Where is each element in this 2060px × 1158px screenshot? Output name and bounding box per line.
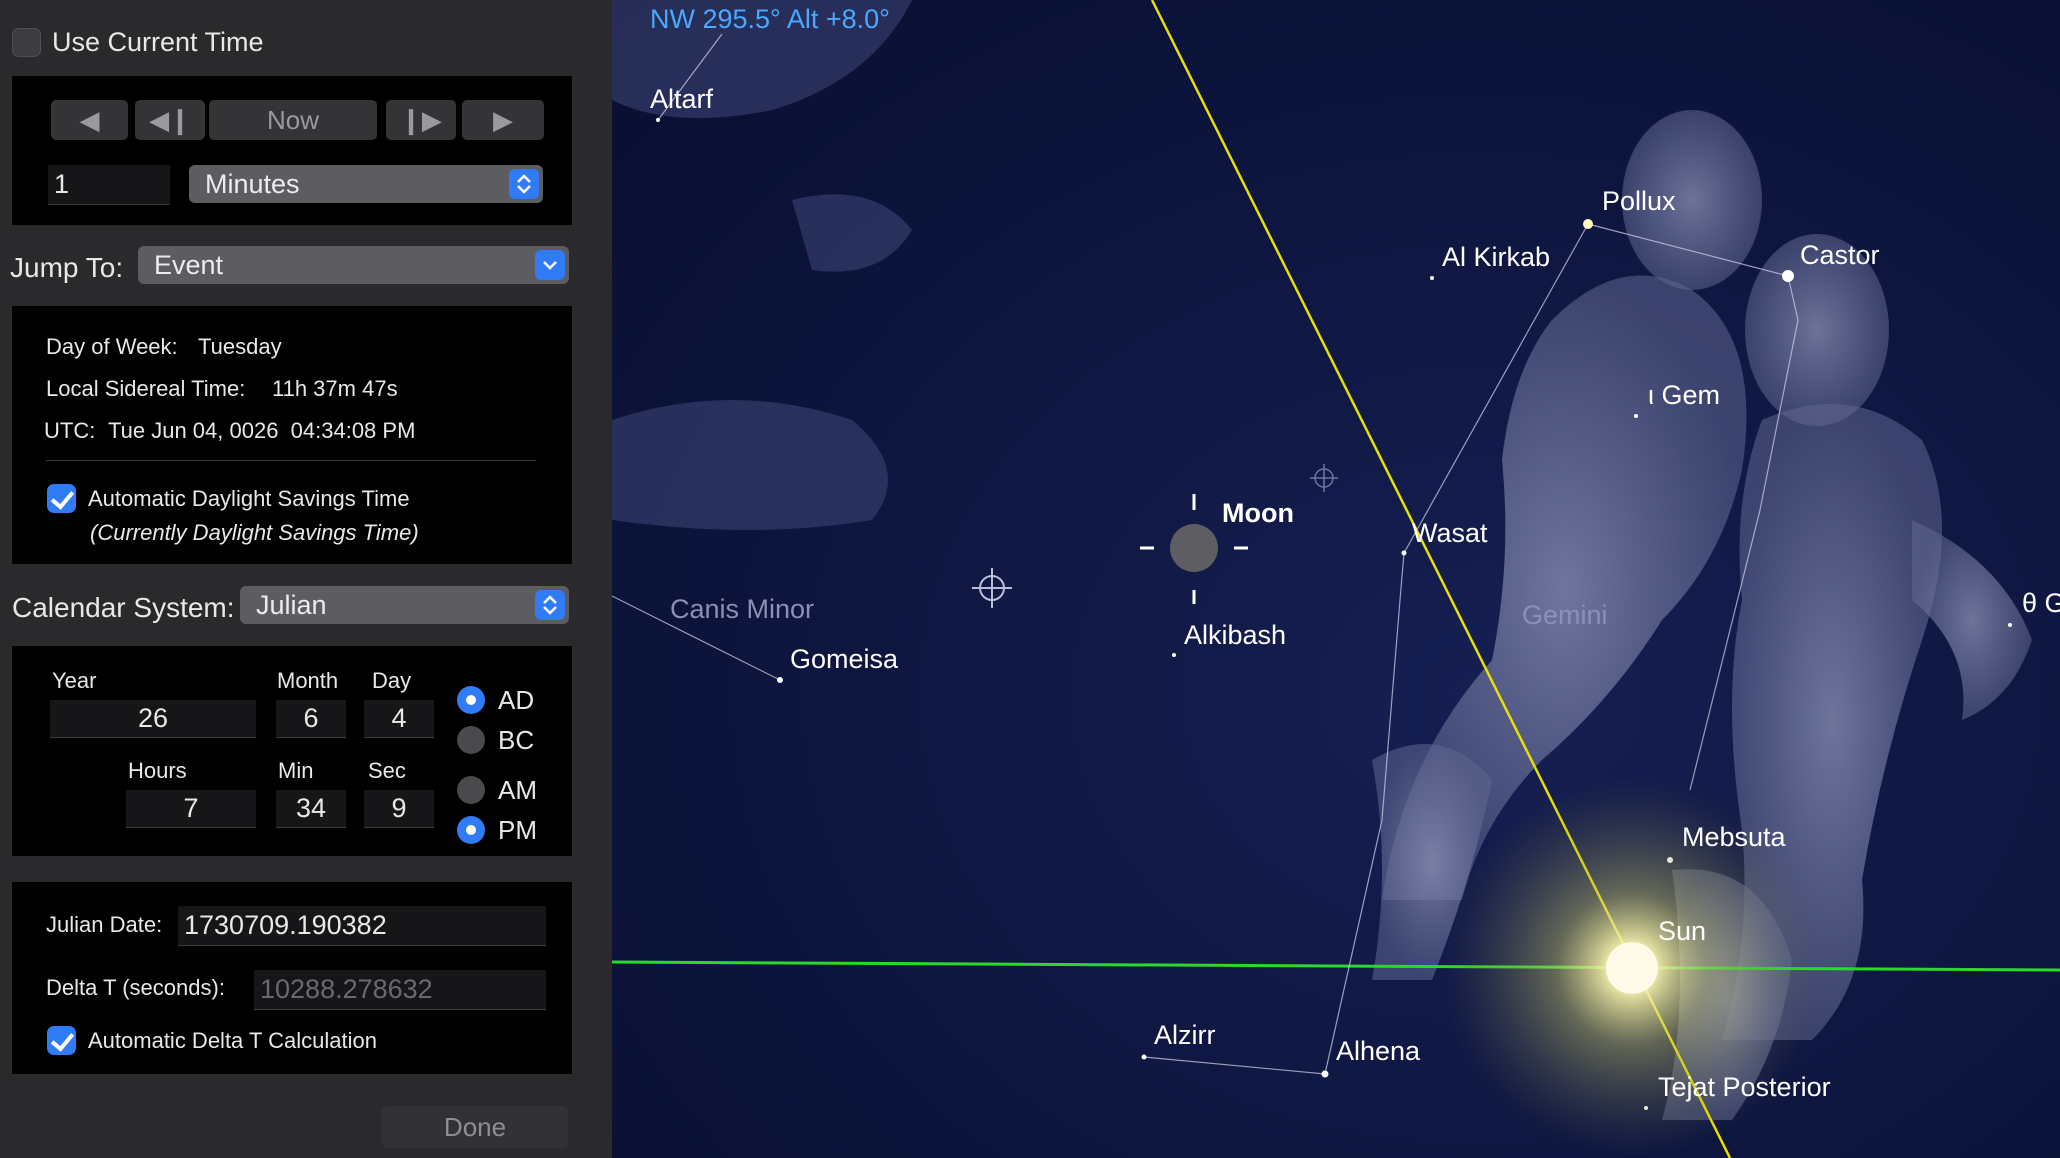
use-current-time-label: Use Current Time: [52, 27, 264, 57]
seconds-input[interactable]: 9: [364, 790, 434, 828]
star-alzirr[interactable]: [1141, 1054, 1147, 1060]
direction-readout: NW 295.5° Alt +8.0°: [650, 4, 890, 34]
day-label: Day: [372, 668, 412, 693]
done-button[interactable]: Done: [382, 1106, 568, 1148]
calendar-system-value: Julian: [256, 589, 327, 620]
star-label: Tejat Posterior: [1658, 1072, 1831, 1102]
star-label: Pollux: [1602, 186, 1676, 216]
ad-radio[interactable]: [457, 686, 485, 714]
day-of-week-value: Tuesday: [198, 334, 282, 359]
star-label: ι Gem: [1648, 380, 1720, 410]
star-label: Alzirr: [1154, 1020, 1216, 1050]
step-forward-icon: ❙▶: [400, 104, 442, 135]
jump-to-select[interactable]: Event: [138, 246, 569, 284]
star-label: Altarf: [650, 84, 714, 114]
star-label: Wasat: [1412, 518, 1488, 548]
day-input[interactable]: 4: [364, 700, 434, 738]
now-button[interactable]: Now: [209, 100, 377, 140]
star-label: Castor: [1800, 240, 1880, 270]
hours-input[interactable]: 7: [126, 790, 256, 828]
time-step-box: ◀ ◀❙ Now ❙▶ ▶ 1 Minutes: [12, 76, 572, 225]
calendar-system-select[interactable]: Julian: [240, 586, 569, 624]
month-input[interactable]: 6: [276, 700, 346, 738]
star-alhena[interactable]: [1321, 1070, 1329, 1078]
use-current-time-checkbox[interactable]: [12, 28, 41, 57]
auto-delta-t-label: Automatic Delta T Calculation: [88, 1028, 377, 1053]
chevron-updown-icon: [535, 590, 565, 620]
step-back-fast-button[interactable]: ◀: [51, 100, 128, 140]
star-al-kirkab[interactable]: [1430, 276, 1434, 280]
sky-view[interactable]: Altarf Pollux Castor Al Kirkab ι Gem Was…: [612, 0, 2060, 1158]
bc-label: BC: [498, 725, 535, 755]
auto-delta-t-checkbox[interactable]: [47, 1026, 76, 1055]
step-unit-select[interactable]: Minutes: [189, 165, 543, 203]
julian-date-box: Julian Date: 1730709.190382 Delta T (sec…: [12, 882, 572, 1074]
play-icon: ▶: [493, 104, 513, 135]
year-label: Year: [52, 668, 97, 693]
star-pollux[interactable]: [1583, 219, 1593, 229]
chevron-updown-icon: [509, 169, 539, 199]
crosshair-icon: [972, 568, 1012, 608]
sun-label: Sun: [1658, 916, 1706, 946]
dst-label: Automatic Daylight Savings Time: [88, 486, 410, 511]
delta-t-input[interactable]: 10288.278632: [254, 970, 546, 1010]
step-amount-input[interactable]: 1: [48, 165, 170, 205]
star-label: Alkibash: [1184, 620, 1286, 650]
julian-date-input[interactable]: 1730709.190382: [178, 906, 546, 946]
star-label: Alhena: [1336, 1036, 1421, 1066]
ad-label: AD: [498, 685, 535, 715]
day-of-week-label: Day of Week:: [46, 334, 178, 359]
star-gomeisa[interactable]: [777, 677, 783, 683]
step-forward-fast-button[interactable]: ▶: [462, 100, 544, 140]
date-time-panel: Use Current Time ◀ ◀❙ Now ❙▶ ▶ 1 Minutes…: [0, 0, 612, 1158]
step-back-icon: ◀❙: [149, 104, 191, 135]
utc-label: UTC:: [44, 418, 96, 443]
star-label: Al Kirkab: [1442, 242, 1550, 272]
min-label: Min: [278, 758, 314, 783]
star-castor[interactable]: [1782, 270, 1794, 282]
star-alkibash[interactable]: [1172, 653, 1176, 657]
divider: [46, 460, 536, 461]
utc-value: Tue Jun 04, 0026 04:34:08 PM: [108, 418, 416, 443]
crosshair-icon: [1310, 464, 1338, 492]
star-theta-gem[interactable]: [2008, 623, 2012, 627]
delta-t-label: Delta T (seconds):: [46, 975, 225, 1000]
star-label: θ G: [2022, 588, 2060, 618]
am-label: AM: [498, 775, 537, 805]
canis-minor-artwork: [612, 0, 912, 530]
date-entry-box: Year Month Day 26 6 4 Hours Min Sec 7 34…: [12, 646, 572, 856]
step-unit-value: Minutes: [205, 168, 300, 199]
lst-label: Local Sidereal Time:: [46, 376, 246, 401]
step-back-button[interactable]: ◀❙: [135, 100, 205, 140]
chevron-down-icon: [535, 250, 565, 280]
bc-radio[interactable]: [457, 726, 485, 754]
star-altarf[interactable]: [656, 118, 660, 122]
hours-label: Hours: [128, 758, 187, 783]
constellation-label: Gemini: [1522, 600, 1608, 630]
jump-to-value: Event: [154, 249, 224, 280]
dst-checkbox[interactable]: [47, 484, 76, 513]
rewind-icon: ◀: [79, 104, 100, 135]
star-iota-gem[interactable]: [1634, 414, 1638, 418]
julian-date-label: Julian Date:: [46, 912, 163, 937]
step-forward-button[interactable]: ❙▶: [386, 100, 456, 140]
star-wasat[interactable]: [1401, 550, 1407, 556]
month-label: Month: [277, 668, 339, 693]
constellation-label: Canis Minor: [670, 594, 814, 624]
pm-radio[interactable]: [457, 816, 485, 844]
minutes-input[interactable]: 34: [276, 790, 346, 828]
sky-chart: Altarf Pollux Castor Al Kirkab ι Gem Was…: [612, 0, 2060, 1158]
calendar-system-label: Calendar System:: [12, 592, 235, 623]
year-input[interactable]: 26: [50, 700, 256, 738]
dst-note: (Currently Daylight Savings Time): [90, 520, 419, 545]
pm-label: PM: [498, 815, 537, 845]
jump-to-label: Jump To:: [10, 252, 124, 283]
star-label: Gomeisa: [790, 644, 899, 674]
am-radio[interactable]: [457, 776, 485, 804]
time-info-box: Day of Week: Tuesday Local Sidereal Time…: [12, 306, 572, 564]
lst-value: 11h 37m 47s: [272, 376, 398, 401]
star-label: Mebsuta: [1682, 822, 1787, 852]
moon-label: Moon: [1222, 498, 1294, 528]
sec-label: Sec: [368, 758, 406, 783]
